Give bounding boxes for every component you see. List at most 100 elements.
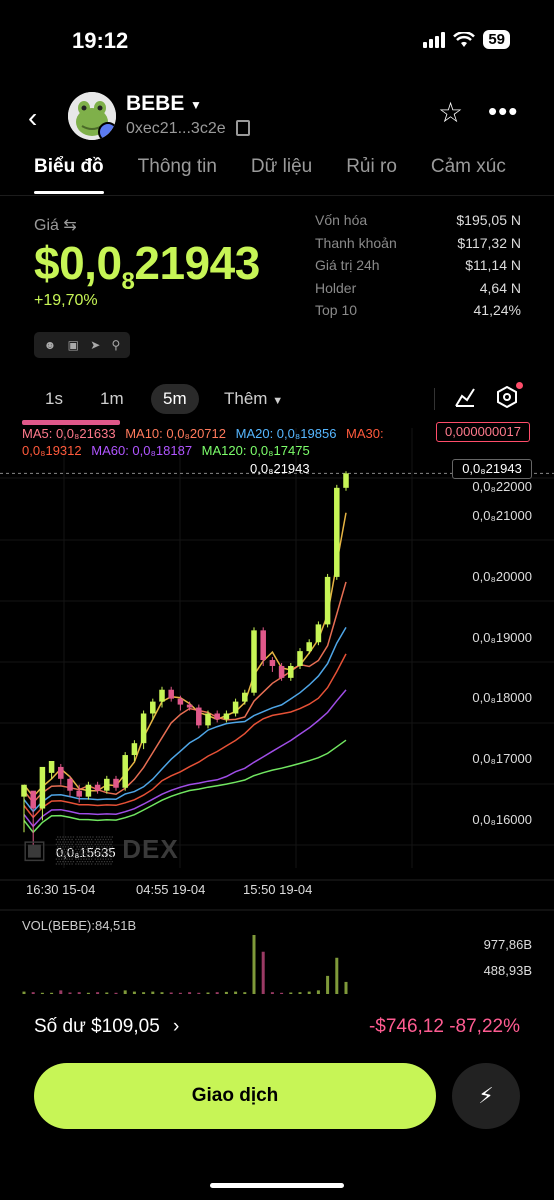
chevron-down-icon[interactable]: ▼ xyxy=(190,98,202,112)
volume-bar xyxy=(270,992,274,994)
volume-bar xyxy=(234,991,238,994)
stat-row: Thanh khoản $117,32 N xyxy=(315,235,521,258)
trade-button[interactable]: Giao dịch xyxy=(34,1063,436,1129)
quick-trade-button[interactable]: ⚡ xyxy=(452,1063,520,1129)
timeframe-more-label: Thêm xyxy=(224,389,268,408)
candle-body xyxy=(48,760,55,773)
current-price: $0,0821943 xyxy=(34,236,260,296)
x-tick: 04:55 19-04 xyxy=(136,882,206,897)
volume-bar xyxy=(206,992,210,994)
candle-body xyxy=(251,630,257,693)
volume-tick: 977,86B xyxy=(483,937,532,952)
stat-key: Holder xyxy=(315,279,357,296)
ma5-label: MA5: 0,0₈21633 xyxy=(22,426,116,441)
volume-bar xyxy=(178,992,182,994)
notification-dot xyxy=(516,382,523,389)
volume-bar xyxy=(31,992,35,994)
current-price-line-label: 0,0₈21943 xyxy=(250,461,310,476)
more-icon[interactable]: ••• xyxy=(488,96,518,127)
candle-body xyxy=(122,755,128,788)
website-icon[interactable]: ▣ xyxy=(68,338,79,352)
timeframe-1s[interactable]: 1s xyxy=(45,384,63,414)
battery-icon: 59 xyxy=(483,30,510,49)
lightning-icon: ⚡ xyxy=(478,1083,494,1108)
candle-body xyxy=(177,698,184,705)
chart-scroll-indicator xyxy=(22,420,120,425)
back-icon[interactable]: ‹ xyxy=(28,102,37,134)
x-tick: 15:50 19-04 xyxy=(243,882,313,897)
volume-bar xyxy=(169,992,173,994)
status-time: 19:12 xyxy=(72,28,129,53)
current-price-tag: 0,0₈21943 xyxy=(452,459,532,479)
timeframe-more[interactable]: Thêm ▼ xyxy=(224,384,283,414)
wifi-icon xyxy=(453,31,476,47)
crosshair-price-box: 0,000000017 xyxy=(436,422,530,442)
stat-row: Giá trị 24h $11,14 N xyxy=(315,257,521,280)
candle-body xyxy=(269,660,276,666)
star-icon[interactable]: ☆ xyxy=(438,96,463,129)
copy-icon[interactable] xyxy=(236,120,250,136)
pnl-value: -$746,12 -87,22% xyxy=(368,1016,520,1037)
volume-bar xyxy=(160,992,164,994)
y-tick: 0,0₈19000 xyxy=(472,630,532,645)
candlestick-chart[interactable] xyxy=(0,418,554,994)
timeframe-5m[interactable]: 5m xyxy=(151,384,199,414)
stat-value: 4,64 N xyxy=(479,279,521,296)
ma20-label: MA20: 0,0₈19856 xyxy=(235,426,337,441)
ma-legend-row-1: MA5: 0,0₈21633 MA10: 0,0₈20712 MA20: 0,0… xyxy=(22,426,384,441)
stat-value: $117,32 N xyxy=(457,234,521,251)
candle-body xyxy=(85,784,92,797)
token-name[interactable]: BEBE xyxy=(126,92,184,116)
indicator-icon[interactable] xyxy=(454,386,476,414)
y-tick: 0,0₈22000 xyxy=(472,479,532,494)
candle-body xyxy=(278,665,285,678)
ma120-label: MA120: 0,0₈17475 xyxy=(201,443,310,458)
volume-bar xyxy=(224,991,228,994)
status-icons: 59 xyxy=(423,30,510,49)
candle-body xyxy=(232,701,239,714)
home-indicator xyxy=(210,1183,344,1188)
volume-bar xyxy=(289,992,293,994)
token-stats: Vốn hóa $195,05 N Thanh khoản $117,32 N Gi… xyxy=(315,212,521,325)
volume-tick: 488,93B xyxy=(483,963,532,978)
candle-body xyxy=(196,707,202,726)
ma10-label: MA10: 0,0₈20712 xyxy=(125,426,226,441)
stat-key: Top 10 xyxy=(315,302,358,318)
chevron-right-icon: › xyxy=(173,1016,180,1037)
swap-icon[interactable]: ⇆ xyxy=(63,217,76,234)
ma30-label: MA30: xyxy=(346,426,384,441)
candle-body xyxy=(324,576,331,625)
volume-bar xyxy=(197,992,201,994)
candle-body xyxy=(297,651,303,666)
timeframe-1m[interactable]: 1m xyxy=(100,384,124,414)
volume-bar xyxy=(243,992,247,994)
volume-bar xyxy=(59,990,63,994)
tab-info[interactable]: Thông tin xyxy=(138,156,217,196)
tab-divider xyxy=(0,195,554,196)
volume-bar xyxy=(252,935,256,994)
search-icon[interactable]: ⚲ xyxy=(112,338,121,352)
price-change: +19,70% xyxy=(34,292,98,309)
volume-bar xyxy=(86,992,90,994)
volume-bar xyxy=(307,991,311,994)
candle-body xyxy=(30,790,36,809)
tab-data[interactable]: Dữ liệu xyxy=(251,156,312,196)
volume-bar xyxy=(261,951,265,994)
x-tick: 16:30 15-04 xyxy=(26,882,96,897)
volume-bar xyxy=(105,992,109,994)
price-chart[interactable] xyxy=(0,418,554,994)
y-tick: 0,0₈18000 xyxy=(472,690,532,705)
telegram-icon[interactable]: ➤ xyxy=(90,338,100,352)
candle-body xyxy=(131,743,138,756)
stat-key: Vốn hóa xyxy=(315,212,368,228)
tab-risk[interactable]: Rủi ro xyxy=(346,156,397,196)
settings-icon[interactable] xyxy=(496,385,518,414)
tab-chart[interactable]: Biểu đồ xyxy=(34,156,104,196)
user-icon[interactable]: ☻ xyxy=(44,338,57,352)
volume-title: VOL(BEBE):84,51B xyxy=(22,918,137,933)
volume-bar xyxy=(22,991,26,994)
volume-bar xyxy=(316,990,320,994)
volume-bar xyxy=(96,992,100,994)
balance-link[interactable]: Số dư $109,05 › xyxy=(34,1016,179,1038)
tab-sentiment[interactable]: Cảm xúc xyxy=(431,156,506,196)
